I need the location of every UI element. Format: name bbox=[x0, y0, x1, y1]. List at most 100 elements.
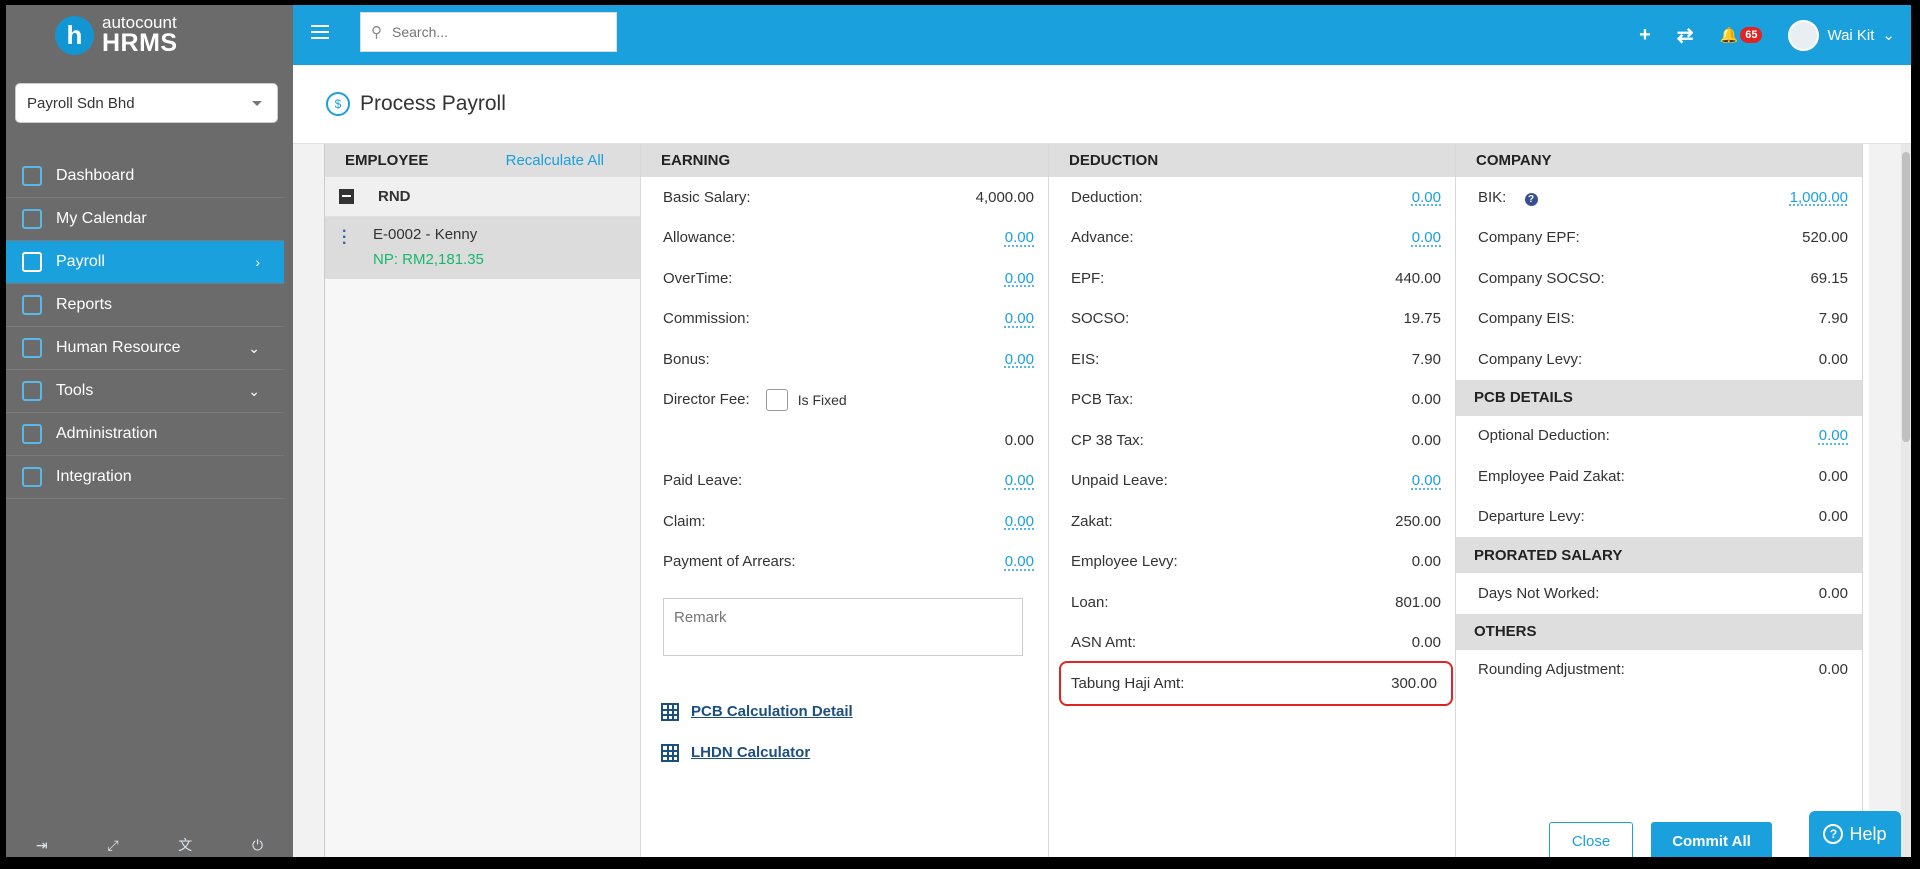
row-value[interactable]: 0.00 bbox=[1819, 351, 1848, 368]
director-fee-row: Director Fee: Is Fixed bbox=[663, 380, 1034, 421]
company-select[interactable]: Payroll Sdn Bhd bbox=[15, 83, 278, 123]
earning-column: EARNING Basic Salary: 4,000.00 Allowance: 0… bbox=[641, 144, 1049, 857]
row-value[interactable]: 0.00 bbox=[1412, 229, 1441, 246]
translate-icon[interactable]: 文 bbox=[178, 835, 192, 855]
row-label: Optional Deduction: bbox=[1478, 427, 1610, 445]
dashboard-icon bbox=[22, 166, 42, 186]
row-value[interactable]: 0.00 bbox=[1005, 229, 1034, 246]
scrollbar-thumb[interactable] bbox=[1902, 152, 1910, 442]
sidebar-item-dashboard[interactable]: Dashboard bbox=[6, 155, 284, 198]
notification-badge: 65 bbox=[1740, 27, 1763, 43]
row-value[interactable]: 0.00 bbox=[1412, 391, 1441, 408]
row-value[interactable]: 0.00 bbox=[1412, 634, 1441, 651]
row-value[interactable]: 0.00 bbox=[1819, 661, 1848, 678]
amount-row: Zakat: 250.00 bbox=[1071, 501, 1441, 542]
director-fee-value[interactable]: 0.00 bbox=[1005, 432, 1034, 449]
sidebar-item-administration[interactable]: Administration bbox=[6, 413, 284, 456]
amount-row: Rounding Adjustment: 0.00 bbox=[1478, 650, 1848, 691]
info-icon[interactable]: ? bbox=[1524, 192, 1538, 206]
sidebar-item-reports[interactable]: Reports bbox=[6, 284, 284, 327]
group-row[interactable]: RND bbox=[325, 177, 640, 217]
employee-header: EMPLOYEE bbox=[345, 152, 429, 169]
row-value[interactable]: 19.75 bbox=[1403, 310, 1441, 327]
row-value[interactable]: 520.00 bbox=[1802, 229, 1848, 246]
employee-row[interactable]: · · · E-0002 - Kenny NP: RM2,181.35 bbox=[325, 217, 640, 279]
amount-row: Basic Salary: 4,000.00 bbox=[663, 177, 1034, 218]
group-name: RND bbox=[378, 188, 411, 205]
row-value[interactable]: 7.90 bbox=[1819, 310, 1848, 327]
logout-icon[interactable]: ⇥ bbox=[36, 837, 48, 854]
row-value[interactable]: 0.00 bbox=[1412, 472, 1441, 489]
bik-value[interactable]: 1,000.00 bbox=[1790, 189, 1848, 206]
amount-row: Optional Deduction: 0.00 bbox=[1478, 416, 1848, 457]
lhdn-calculator-link[interactable]: LHDN Calculator bbox=[691, 744, 810, 761]
help-button[interactable]: ? Help bbox=[1809, 811, 1901, 857]
fullscreen-icon[interactable]: ⤢ bbox=[107, 837, 118, 854]
close-button[interactable]: Close bbox=[1549, 822, 1633, 857]
amount-row: Allowance: 0.00 bbox=[663, 218, 1034, 259]
row-value[interactable]: 69.15 bbox=[1810, 270, 1848, 287]
row-label: OverTime: bbox=[663, 269, 733, 287]
remark-field[interactable] bbox=[663, 598, 1023, 656]
page-scrollbar[interactable] bbox=[1901, 144, 1911, 857]
commit-all-button[interactable]: Commit All bbox=[1651, 822, 1772, 857]
collapse-icon[interactable] bbox=[339, 189, 354, 204]
search-box[interactable]: ⚲ bbox=[360, 12, 617, 52]
tabung-haji-value[interactable]: 300.00 bbox=[1391, 675, 1437, 692]
row-label: Company SOCSO: bbox=[1478, 269, 1605, 287]
more-options-icon[interactable]: · · · bbox=[342, 224, 347, 252]
row-label: Basic Salary: bbox=[663, 188, 751, 206]
sidebar-item-integration[interactable]: Integration bbox=[6, 456, 284, 499]
row-label: CP 38 Tax: bbox=[1071, 431, 1144, 449]
help-icon: ? bbox=[1823, 824, 1844, 844]
row-label: Claim: bbox=[663, 512, 706, 530]
row-value[interactable]: 440.00 bbox=[1395, 270, 1441, 287]
row-value[interactable]: 0.00 bbox=[1819, 585, 1848, 602]
sidebar-item-human-resource[interactable]: Human Resource ⌄ bbox=[6, 327, 284, 370]
sidebar-item-my-calendar[interactable]: My Calendar bbox=[6, 198, 284, 241]
row-value[interactable]: 7.90 bbox=[1412, 351, 1441, 368]
row-label: Company EIS: bbox=[1478, 310, 1575, 328]
pcb-calculation-link[interactable]: PCB Calculation Detail bbox=[691, 703, 853, 720]
add-icon[interactable]: + bbox=[1639, 24, 1651, 47]
menu-icon[interactable] bbox=[311, 25, 329, 39]
notifications-button[interactable]: 🔔 65 bbox=[1720, 26, 1763, 44]
amount-row: OverTime: 0.00 bbox=[663, 258, 1034, 299]
row-value[interactable]: 801.00 bbox=[1395, 594, 1441, 611]
search-input[interactable] bbox=[392, 24, 592, 40]
user-menu[interactable]: Wai Kit ⌄ bbox=[1788, 19, 1895, 51]
row-value[interactable]: 0.00 bbox=[1819, 508, 1848, 525]
row-value[interactable]: 0.00 bbox=[1005, 513, 1034, 530]
row-value[interactable]: 250.00 bbox=[1395, 513, 1441, 530]
row-value[interactable]: 0.00 bbox=[1819, 427, 1848, 444]
brand-logo[interactable]: h autocount HRMS bbox=[6, 5, 293, 65]
amount-row: Loan: 801.00 bbox=[1071, 582, 1441, 623]
row-label: Employee Paid Zakat: bbox=[1478, 467, 1625, 485]
row-value[interactable]: 0.00 bbox=[1005, 351, 1034, 368]
amount-row: Company Levy: 0.00 bbox=[1478, 339, 1848, 380]
row-label: EPF: bbox=[1071, 269, 1105, 287]
row-value[interactable]: 0.00 bbox=[1412, 432, 1441, 449]
amount-row: Departure Levy: 0.00 bbox=[1478, 497, 1848, 538]
sync-icon[interactable]: ⇄ bbox=[1677, 23, 1694, 48]
row-value[interactable]: 0.00 bbox=[1005, 553, 1034, 570]
sidebar-item-payroll[interactable]: Payroll › bbox=[6, 241, 284, 284]
row-value[interactable]: 0.00 bbox=[1005, 472, 1034, 489]
row-value[interactable]: 0.00 bbox=[1005, 270, 1034, 287]
row-value[interactable]: 0.00 bbox=[1412, 553, 1441, 570]
top-bar: ⚲ + ⇄ 🔔 65 Wai Kit ⌄ bbox=[293, 5, 1911, 65]
pcb-calculation-row[interactable]: PCB Calculation Detail bbox=[661, 691, 1048, 732]
row-label: Departure Levy: bbox=[1478, 508, 1585, 526]
power-icon[interactable]: ⏻ bbox=[252, 837, 263, 854]
row-value[interactable]: 4,000.00 bbox=[976, 189, 1034, 206]
row-value[interactable]: 0.00 bbox=[1412, 189, 1441, 206]
recalculate-all-link[interactable]: Recalculate All bbox=[506, 152, 604, 169]
row-value[interactable]: 0.00 bbox=[1005, 310, 1034, 327]
chevron-right-icon: › bbox=[255, 254, 260, 270]
lhdn-calculator-row[interactable]: LHDN Calculator bbox=[661, 732, 1048, 773]
sidebar-nav: Dashboard My Calendar Payroll › Reports Human… bbox=[6, 155, 284, 499]
is-fixed-checkbox[interactable] bbox=[765, 388, 788, 411]
row-value[interactable]: 0.00 bbox=[1819, 468, 1848, 485]
sidebar-item-tools[interactable]: Tools ⌄ bbox=[6, 370, 284, 413]
amount-row: Commission: 0.00 bbox=[663, 299, 1034, 340]
